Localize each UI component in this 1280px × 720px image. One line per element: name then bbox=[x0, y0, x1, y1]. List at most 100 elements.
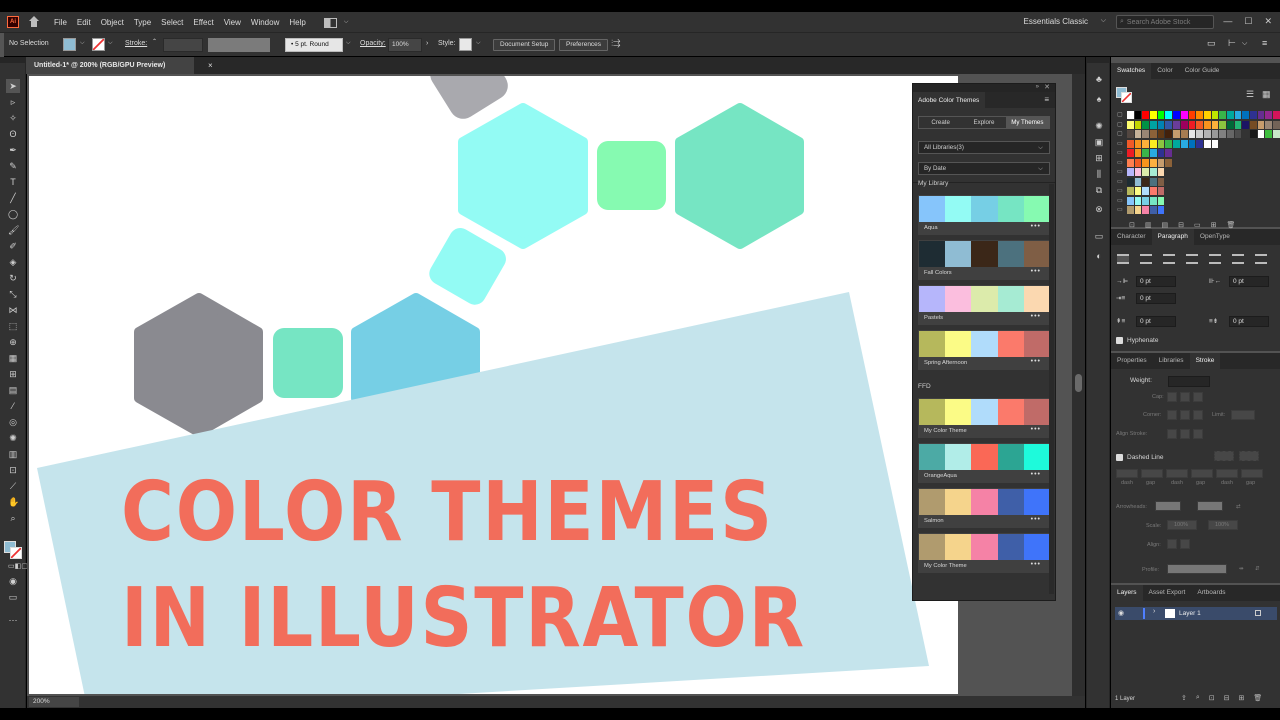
opacity-field[interactable]: 100% bbox=[388, 38, 422, 52]
theme-color-swatch[interactable] bbox=[1023, 534, 1051, 560]
blend-tool-icon[interactable]: ◎ bbox=[8, 417, 18, 427]
theme-color-swatch[interactable] bbox=[997, 286, 1024, 312]
brush-definition[interactable]: • 5 pt. Round bbox=[285, 38, 343, 52]
dash-input[interactable] bbox=[1141, 469, 1163, 478]
theme-color-swatch[interactable] bbox=[1023, 286, 1051, 312]
color-swatch[interactable] bbox=[1196, 139, 1203, 148]
color-swatch[interactable] bbox=[1157, 130, 1165, 138]
scale-tool-icon[interactable]: ⤡ bbox=[8, 289, 18, 299]
direct-selection-tool-icon[interactable]: ▹ bbox=[8, 97, 18, 107]
artboard[interactable]: COLOR THEMES IN ILLUSTRATOR bbox=[29, 76, 958, 694]
color-swatch[interactable] bbox=[1134, 206, 1142, 214]
target-icon[interactable] bbox=[1255, 610, 1261, 616]
themes-scrollbar[interactable] bbox=[1049, 184, 1054, 594]
dash-preserve-button[interactable] bbox=[1214, 451, 1234, 461]
new-sublayer-icon[interactable]: ⊟ bbox=[1224, 694, 1230, 702]
headline-line-1[interactable]: COLOR THEMES bbox=[121, 472, 774, 554]
scroll-thumb[interactable] bbox=[1075, 374, 1082, 392]
justify-left-icon[interactable] bbox=[1186, 254, 1198, 264]
panel-toggle-icon[interactable]: ▭ bbox=[1207, 38, 1216, 49]
fill-swatch[interactable] bbox=[63, 38, 76, 51]
chevron-right-icon[interactable]: › bbox=[426, 40, 428, 47]
color-mode-icon[interactable]: ▭◧▢ bbox=[8, 562, 28, 572]
more-options-icon[interactable]: ••• bbox=[1031, 561, 1041, 568]
color-swatch[interactable] bbox=[1180, 111, 1188, 119]
justify-all-icon[interactable] bbox=[1255, 254, 1267, 264]
color-swatch[interactable] bbox=[1157, 158, 1165, 167]
theme-color-swatch[interactable] bbox=[971, 534, 998, 560]
color-swatch[interactable] bbox=[1242, 120, 1249, 129]
chevron-down-icon[interactable]: ⌵ bbox=[108, 40, 113, 47]
menu-item-type[interactable]: Type bbox=[134, 18, 151, 27]
stroke-weight-field[interactable] bbox=[163, 38, 203, 52]
color-swatch[interactable] bbox=[1127, 168, 1134, 176]
color-swatch[interactable] bbox=[1150, 177, 1157, 186]
theme-color-swatch[interactable] bbox=[997, 196, 1024, 222]
color-swatch[interactable] bbox=[1211, 120, 1219, 129]
theme-card[interactable]: Pastels ••• bbox=[918, 285, 1051, 325]
tab-swatches[interactable]: Swatches bbox=[1111, 63, 1152, 79]
color-swatch[interactable] bbox=[1188, 120, 1196, 129]
theme-color-swatch[interactable] bbox=[945, 534, 972, 560]
color-swatch[interactable] bbox=[1142, 149, 1150, 157]
arrow-place-button[interactable] bbox=[1180, 539, 1190, 549]
tab-properties[interactable]: Properties bbox=[1111, 353, 1153, 369]
align-panel-icon[interactable]: ⫼ bbox=[1094, 169, 1104, 179]
theme-card[interactable]: My Color Theme ••• bbox=[918, 533, 1051, 573]
show-kinds-icon[interactable]: ▤ bbox=[1162, 221, 1169, 229]
transparency-icon[interactable]: ◐ bbox=[1094, 251, 1104, 261]
chevron-down-icon[interactable]: ⌵ bbox=[476, 40, 481, 47]
chevron-down-icon[interactable]: ⌵ bbox=[346, 40, 351, 47]
limit-field[interactable] bbox=[1231, 410, 1255, 420]
tab-explore[interactable]: Explore bbox=[962, 117, 1005, 128]
color-swatch[interactable] bbox=[1234, 130, 1242, 138]
theme-color-swatch[interactable] bbox=[971, 196, 998, 222]
color-swatch[interactable] bbox=[1157, 111, 1165, 119]
theme-color-swatch[interactable] bbox=[919, 331, 946, 357]
theme-color-swatch[interactable] bbox=[997, 534, 1024, 560]
theme-card[interactable]: Aqua ••• bbox=[918, 195, 1051, 235]
color-swatch[interactable] bbox=[1157, 120, 1165, 129]
theme-color-swatch[interactable] bbox=[997, 444, 1024, 470]
miter-join-button[interactable] bbox=[1167, 410, 1177, 420]
color-swatch[interactable] bbox=[1196, 130, 1203, 138]
theme-swatch-strip[interactable] bbox=[919, 399, 1051, 425]
color-swatch[interactable] bbox=[1203, 139, 1211, 148]
color-swatch[interactable] bbox=[1127, 111, 1134, 119]
theme-color-swatch[interactable] bbox=[919, 241, 946, 267]
more-options-icon[interactable]: ••• bbox=[1031, 426, 1041, 433]
menu-item-view[interactable]: View bbox=[224, 18, 241, 27]
list-view-icon[interactable]: ☰ bbox=[1246, 89, 1254, 100]
menu-item-window[interactable]: Window bbox=[251, 18, 279, 27]
tab-opentype[interactable]: OpenType bbox=[1194, 229, 1236, 245]
library-filter-dropdown[interactable]: All Libraries(3) ⌵ bbox=[918, 141, 1050, 154]
theme-color-swatch[interactable] bbox=[997, 399, 1024, 425]
document-tab[interactable]: Untitled-1* @ 200% (RGB/GPU Preview) bbox=[26, 57, 194, 74]
color-swatch[interactable] bbox=[1173, 120, 1180, 129]
color-swatch[interactable] bbox=[1250, 130, 1257, 138]
color-swatch[interactable] bbox=[1134, 187, 1142, 195]
theme-color-swatch[interactable] bbox=[945, 241, 972, 267]
chevron-down-icon[interactable]: ⌵ bbox=[1101, 17, 1106, 25]
theme-color-swatch[interactable] bbox=[945, 444, 972, 470]
color-swatch[interactable] bbox=[1226, 130, 1234, 138]
more-options-icon[interactable]: ••• bbox=[1031, 313, 1041, 320]
opacity-label[interactable]: Opacity: bbox=[360, 40, 386, 47]
grid-view-icon[interactable]: ▦ bbox=[1262, 89, 1271, 100]
color-swatch[interactable] bbox=[1150, 158, 1157, 167]
color-swatch[interactable] bbox=[1250, 120, 1257, 129]
close-icon[interactable]: ✕ bbox=[1264, 16, 1272, 27]
stroke-label[interactable]: Stroke: bbox=[125, 40, 147, 47]
color-swatch[interactable] bbox=[1165, 130, 1173, 138]
new-color-group-icon[interactable]: ▭ bbox=[1194, 221, 1201, 229]
theme-color-swatch[interactable] bbox=[971, 286, 998, 312]
theme-color-swatch[interactable] bbox=[971, 331, 998, 357]
start-scale-field[interactable]: 100% bbox=[1167, 520, 1197, 530]
color-swatch[interactable] bbox=[1203, 120, 1211, 129]
slice-tool-icon[interactable]: ⟋ bbox=[8, 481, 18, 491]
color-swatch[interactable] bbox=[1150, 130, 1157, 138]
dash-field[interactable]: dash bbox=[1216, 469, 1238, 489]
theme-color-swatch[interactable] bbox=[1023, 196, 1051, 222]
graphic-styles-icon[interactable]: ▣ bbox=[1094, 137, 1104, 147]
gap-field[interactable]: gap bbox=[1141, 469, 1163, 489]
